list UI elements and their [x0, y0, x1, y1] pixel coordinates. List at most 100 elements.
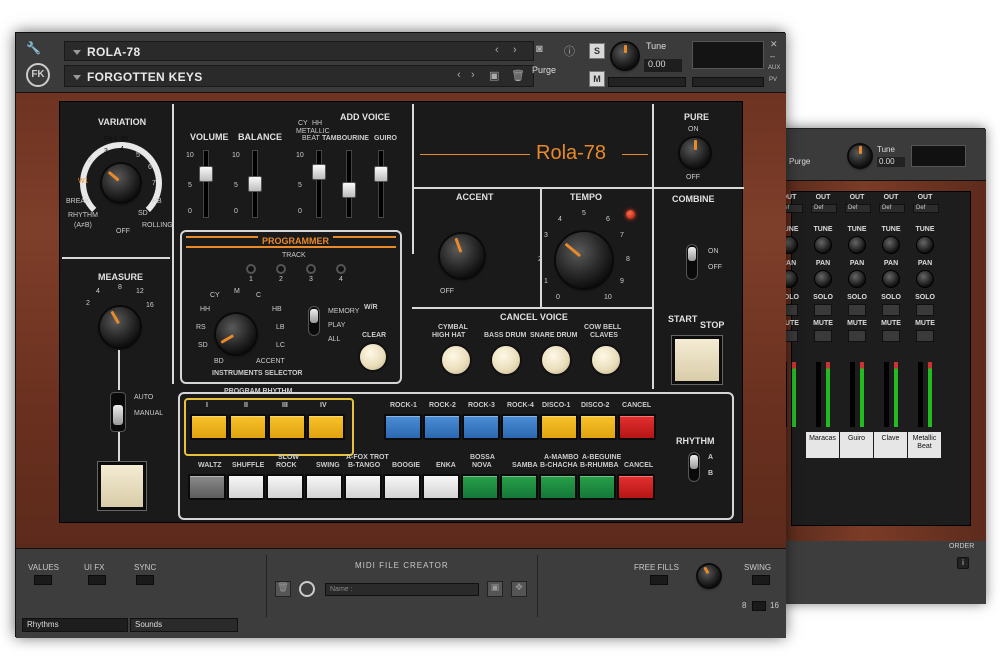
mute-button[interactable]	[848, 330, 866, 342]
swing-8-16-toggle[interactable]	[752, 601, 766, 611]
solo-button[interactable]	[848, 304, 866, 316]
tune-knob[interactable]	[916, 236, 934, 254]
rock-2-key[interactable]	[423, 414, 461, 440]
disco-1-key[interactable]	[540, 414, 578, 440]
bossa-nova-key[interactable]	[461, 474, 499, 500]
pan-knob[interactable]	[882, 270, 900, 288]
combine-switch[interactable]	[686, 244, 698, 280]
cancel-row2-key[interactable]	[617, 474, 655, 500]
slow-rock-key[interactable]	[266, 474, 304, 500]
cancel-cow-bell-button[interactable]	[590, 344, 622, 376]
boogie-key[interactable]	[383, 474, 421, 500]
solo-button[interactable]	[916, 304, 934, 316]
trash-icon[interactable]: 🗑	[275, 581, 291, 597]
beguine-rhumba-key[interactable]	[578, 474, 616, 500]
drag-icon[interactable]: ✥	[511, 581, 527, 597]
mute-button[interactable]: M	[589, 71, 605, 87]
chevron-down-icon[interactable]	[73, 50, 81, 55]
minimize-icon[interactable]: –	[770, 51, 775, 61]
free-fills-toggle[interactable]	[650, 575, 668, 585]
mixer-preset[interactable]: Purge	[789, 157, 829, 167]
balance-slider[interactable]	[248, 176, 262, 192]
mute-button[interactable]	[916, 330, 934, 342]
output-select[interactable]: Def	[913, 204, 939, 213]
enka-key[interactable]	[422, 474, 460, 500]
pv-label[interactable]: PV	[769, 77, 777, 83]
volume-slider[interactable]	[199, 166, 213, 182]
save-icon[interactable]: ▣	[489, 69, 499, 82]
preset-name[interactable]: Purge	[532, 65, 556, 75]
mixer-tune-knob[interactable]	[849, 145, 871, 167]
disco-2-key[interactable]	[579, 414, 617, 440]
mambo-chacha-key[interactable]	[539, 474, 577, 500]
auto-manual-switch[interactable]	[110, 392, 126, 432]
swing-knob[interactable]	[698, 565, 720, 587]
close-icon[interactable]: ✕	[770, 39, 778, 50]
samba-key[interactable]	[500, 474, 538, 500]
info-icon[interactable]: ⓘ	[564, 43, 575, 59]
pan-slider[interactable]	[608, 77, 686, 87]
solo-button[interactable]	[814, 304, 832, 316]
output-select[interactable]: Def	[811, 204, 837, 213]
channel-fader[interactable]	[884, 362, 889, 427]
foxtrot-tango-key[interactable]	[344, 474, 382, 500]
pure-switch[interactable]	[680, 138, 710, 168]
cancel-bass-drum-button[interactable]	[490, 344, 522, 376]
track-3-button[interactable]	[306, 264, 316, 274]
guiro-slider[interactable]	[374, 166, 388, 182]
cancel-cymbal-button[interactable]	[440, 344, 472, 376]
variation-knob[interactable]	[102, 164, 140, 202]
rhythm-ab-switch[interactable]	[688, 452, 700, 482]
info-icon[interactable]: i	[957, 557, 969, 569]
trash-icon[interactable]: 🗑	[511, 69, 525, 82]
rock-3-key[interactable]	[462, 414, 500, 440]
cy-hh-slider[interactable]	[312, 164, 326, 180]
tune-knob[interactable]	[612, 43, 638, 69]
record-icon[interactable]	[299, 581, 315, 597]
waltz-key[interactable]	[188, 474, 226, 500]
shuffle-key[interactable]	[227, 474, 265, 500]
output-select[interactable]: Def	[845, 204, 871, 213]
rock-4-key[interactable]	[501, 414, 539, 440]
instrument-selector-knob[interactable]	[216, 314, 256, 354]
memory-play-switch[interactable]	[308, 306, 320, 336]
next-icon[interactable]: ›	[471, 69, 475, 81]
prev-icon[interactable]: ‹	[495, 44, 499, 56]
prev-icon[interactable]: ‹	[457, 69, 461, 81]
tempo-knob[interactable]	[556, 232, 612, 288]
output-select[interactable]: Def	[879, 204, 905, 213]
tambourine-slider[interactable]	[342, 182, 356, 198]
measure-knob[interactable]	[100, 307, 140, 347]
swing-toggle[interactable]	[752, 575, 770, 585]
mute-button[interactable]	[814, 330, 832, 342]
start-stop-button[interactable]	[672, 336, 722, 384]
rock-1-key[interactable]	[384, 414, 422, 440]
mixer-tune-value[interactable]: 0.00	[877, 157, 905, 167]
mute-button[interactable]	[882, 330, 900, 342]
tune-value[interactable]: 0.00	[644, 59, 682, 72]
tune-knob[interactable]	[814, 236, 832, 254]
library-name-bar[interactable]: FORGOTTEN KEYS ‹ › ▣ 🗑	[64, 65, 534, 87]
camera-icon[interactable]: ◙	[536, 43, 543, 55]
tune-knob[interactable]	[848, 236, 866, 254]
chevron-down-icon[interactable]	[73, 75, 81, 80]
instrument-name-bar[interactable]: ROLA-78 ‹ ›	[64, 41, 534, 61]
save-icon[interactable]: ▣	[487, 581, 503, 597]
pan-knob[interactable]	[848, 270, 866, 288]
midi-name-input[interactable]: Name :	[325, 583, 479, 596]
channel-fader[interactable]	[816, 362, 821, 427]
pan-knob[interactable]	[814, 270, 832, 288]
aux-label[interactable]: AUX	[768, 65, 780, 71]
track-2-button[interactable]	[276, 264, 286, 274]
track-1-button[interactable]	[246, 264, 256, 274]
pan-knob[interactable]	[916, 270, 934, 288]
next-icon[interactable]: ›	[513, 44, 517, 56]
ui-fx-toggle[interactable]	[88, 575, 106, 585]
tab-sounds[interactable]: Sounds	[130, 618, 238, 632]
cancel-snare-drum-button[interactable]	[540, 344, 572, 376]
tab-rhythms[interactable]: Rhythms	[22, 618, 128, 632]
accent-knob[interactable]	[440, 234, 484, 278]
solo-button[interactable]: S	[589, 43, 605, 59]
measure-pad-button[interactable]	[98, 462, 146, 510]
track-4-button[interactable]	[336, 264, 346, 274]
